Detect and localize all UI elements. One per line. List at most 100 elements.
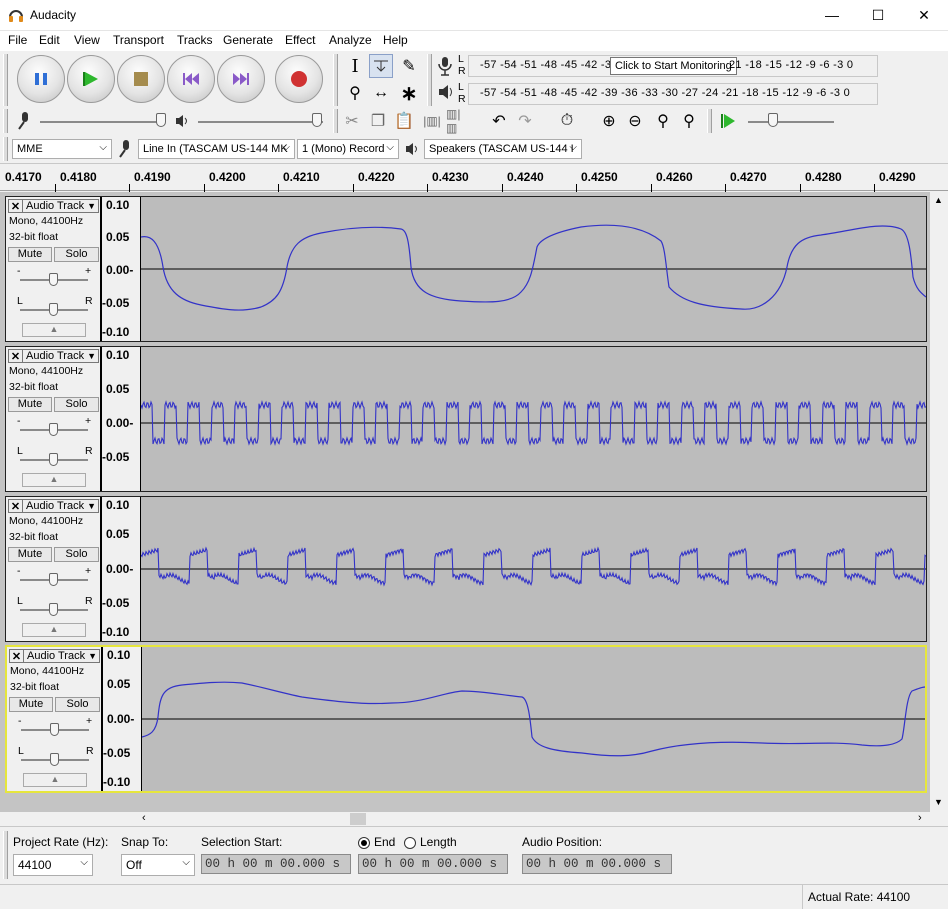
scroll-down-icon[interactable]: ▼ bbox=[934, 797, 943, 807]
menu-edit[interactable]: Edit bbox=[39, 33, 60, 47]
solo-button[interactable]: Solo bbox=[55, 697, 100, 712]
audio-track-selected[interactable]: ✕ Audio Track ▼ Mono, 44100Hz 32-bit flo… bbox=[5, 645, 927, 793]
audio-track[interactable]: ✕ Audio Track ▼ Mono, 44100Hz 32-bit flo… bbox=[5, 346, 927, 492]
slider-thumb[interactable] bbox=[49, 303, 58, 316]
menu-tracks[interactable]: Tracks bbox=[177, 33, 213, 47]
scroll-right-icon[interactable]: › bbox=[918, 812, 922, 824]
menu-effect[interactable]: Effect bbox=[285, 33, 315, 47]
fit-project-button[interactable]: ⚲ bbox=[677, 109, 701, 133]
vertical-scrollbar[interactable]: ▲ ▼ bbox=[930, 192, 948, 812]
project-rate-select[interactable]: 44100 ⌵ bbox=[13, 854, 93, 876]
collapse-track-button[interactable]: ▲ bbox=[22, 623, 86, 637]
close-icon[interactable]: ✕ bbox=[9, 199, 23, 213]
trim-button[interactable]: |▥| bbox=[420, 109, 444, 133]
envelope-tool[interactable] bbox=[369, 54, 393, 78]
length-radio[interactable] bbox=[404, 837, 416, 849]
selection-end-time[interactable]: 00 h 00 m 00.000 s bbox=[358, 854, 508, 874]
slider-thumb[interactable] bbox=[49, 603, 58, 616]
silence-button[interactable]: ▥|▥ bbox=[446, 107, 470, 135]
record-meter-icon[interactable] bbox=[436, 55, 458, 82]
undo-button[interactable]: ↶ bbox=[487, 109, 511, 133]
play-at-speed-button[interactable] bbox=[716, 109, 740, 133]
record-volume-slider[interactable] bbox=[40, 121, 165, 123]
audio-position-time[interactable]: 00 h 00 m 00.000 s bbox=[522, 854, 672, 874]
mute-button[interactable]: Mute bbox=[8, 247, 52, 262]
playback-meter-icon[interactable] bbox=[436, 82, 458, 109]
cut-button[interactable]: ✂ bbox=[340, 109, 364, 133]
sync-lock-button[interactable]: ⏱ bbox=[555, 109, 579, 133]
audio-track[interactable]: ✕ Audio Track ▼ Mono, 44100Hz 32-bit flo… bbox=[5, 196, 927, 342]
close-button[interactable]: ✕ bbox=[901, 0, 947, 30]
selection-start-time[interactable]: 00 h 00 m 00.000 s bbox=[201, 854, 351, 874]
skip-start-button[interactable] bbox=[167, 55, 215, 103]
recording-channels-select[interactable]: 1 (Mono) Record ⌵ bbox=[297, 139, 399, 159]
record-button[interactable] bbox=[275, 55, 323, 103]
collapse-track-button[interactable]: ▲ bbox=[22, 473, 86, 487]
selection-tool[interactable]: I bbox=[343, 54, 367, 78]
stop-button[interactable] bbox=[117, 55, 165, 103]
zoom-in-button[interactable]: ⊕ bbox=[597, 109, 621, 133]
waveform-display[interactable] bbox=[142, 647, 925, 791]
slider-thumb[interactable] bbox=[50, 753, 59, 766]
play-speed-slider[interactable] bbox=[748, 121, 834, 123]
redo-button[interactable]: ↷ bbox=[513, 109, 537, 133]
multi-tool[interactable]: ∗ bbox=[397, 81, 421, 105]
toolbar-grip[interactable] bbox=[333, 54, 338, 106]
slider-thumb[interactable] bbox=[49, 273, 58, 286]
slider-thumb[interactable] bbox=[49, 573, 58, 586]
timeline-ruler[interactable]: 0.4170 0.4180 0.4190 0.4200 0.4210 0.422… bbox=[0, 163, 948, 192]
recording-device-select[interactable]: Line In (TASCAM US-144 MK ⌵ bbox=[138, 139, 295, 159]
menu-view[interactable]: View bbox=[74, 33, 100, 47]
slider-thumb[interactable] bbox=[768, 113, 778, 127]
slider-thumb[interactable] bbox=[49, 423, 58, 436]
solo-button[interactable]: Solo bbox=[54, 397, 99, 412]
mute-button[interactable]: Mute bbox=[8, 397, 52, 412]
paste-button[interactable]: 📋 bbox=[392, 109, 416, 133]
copy-button[interactable]: ❐ bbox=[366, 109, 390, 133]
toolbar-grip[interactable] bbox=[707, 109, 712, 133]
draw-tool[interactable]: ✎ bbox=[397, 54, 421, 78]
waveform-display[interactable] bbox=[141, 497, 926, 641]
horizontal-scrollbar[interactable]: ‹ › bbox=[140, 812, 930, 826]
track-name-menu[interactable]: ✕ Audio Track ▼ bbox=[8, 349, 99, 363]
slider-thumb[interactable] bbox=[49, 453, 58, 466]
menu-help[interactable]: Help bbox=[383, 33, 408, 47]
audio-track[interactable]: ✕ Audio Track ▼ Mono, 44100Hz 32-bit flo… bbox=[5, 496, 927, 642]
waveform-display[interactable] bbox=[141, 347, 926, 491]
mute-button[interactable]: Mute bbox=[9, 697, 53, 712]
close-icon[interactable]: ✕ bbox=[9, 499, 23, 513]
slider-thumb[interactable] bbox=[312, 113, 322, 127]
end-radio[interactable] bbox=[358, 837, 370, 849]
close-icon[interactable]: ✕ bbox=[10, 649, 24, 663]
timeshift-tool[interactable]: ↔ bbox=[369, 81, 393, 105]
playback-volume-slider[interactable] bbox=[198, 121, 323, 123]
toolbar-grip[interactable] bbox=[3, 109, 8, 133]
scroll-left-icon[interactable]: ‹ bbox=[142, 812, 146, 824]
menu-analyze[interactable]: Analyze bbox=[329, 33, 372, 47]
toolbar-grip[interactable] bbox=[3, 831, 8, 879]
menu-file[interactable]: File bbox=[8, 33, 27, 47]
mute-button[interactable]: Mute bbox=[8, 547, 52, 562]
toolbar-grip[interactable] bbox=[3, 54, 8, 106]
track-name-menu[interactable]: ✕ Audio Track ▼ bbox=[8, 499, 99, 513]
toolbar-grip[interactable] bbox=[427, 54, 432, 106]
waveform-display[interactable] bbox=[141, 197, 926, 341]
playback-device-select[interactable]: Speakers (TASCAM US-144 I ⌵ bbox=[424, 139, 582, 159]
scroll-thumb[interactable] bbox=[350, 813, 366, 825]
snap-to-select[interactable]: Off ⌵ bbox=[121, 854, 195, 876]
skip-end-button[interactable] bbox=[217, 55, 265, 103]
toolbar-grip[interactable] bbox=[3, 137, 8, 161]
minimize-button[interactable]: — bbox=[809, 0, 855, 30]
collapse-track-button[interactable]: ▲ bbox=[22, 323, 86, 337]
audio-host-select[interactable]: MME ⌵ bbox=[12, 139, 112, 159]
toolbar-grip[interactable] bbox=[333, 109, 338, 133]
slider-thumb[interactable] bbox=[50, 723, 59, 736]
zoom-tool[interactable]: ⚲ bbox=[343, 81, 367, 105]
solo-button[interactable]: Solo bbox=[54, 247, 99, 262]
scroll-up-icon[interactable]: ▲ bbox=[934, 195, 943, 205]
zoom-out-button[interactable]: ⊖ bbox=[623, 109, 647, 133]
play-button[interactable] bbox=[67, 55, 115, 103]
collapse-track-button[interactable]: ▲ bbox=[23, 773, 87, 787]
fit-selection-button[interactable]: ⚲ bbox=[651, 109, 675, 133]
close-icon[interactable]: ✕ bbox=[9, 349, 23, 363]
